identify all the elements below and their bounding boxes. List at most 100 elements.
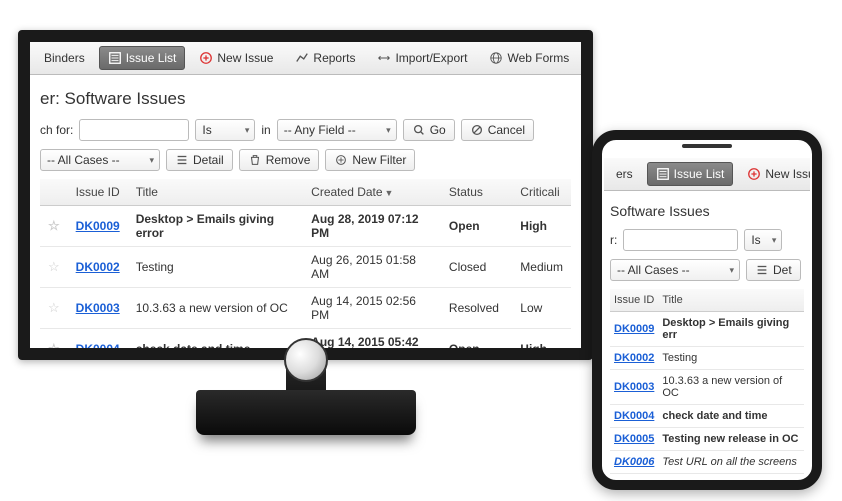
phone-col-issue-id[interactable]: Issue ID (610, 289, 658, 312)
issue-id-link[interactable]: DK0009 (76, 219, 120, 233)
issue-id-link[interactable]: DK0004 (76, 342, 120, 356)
star-icon[interactable]: ☆ (48, 341, 60, 356)
table-row[interactable]: DK0005 Testing new release in OC (610, 428, 804, 451)
monitor-joint (284, 338, 328, 382)
chart-icon (295, 51, 309, 65)
issue-date: Aug 28, 2019 07:12 PM (303, 206, 441, 247)
star-icon[interactable]: ☆ (48, 218, 60, 233)
monitor-neck (286, 360, 326, 390)
filter-select[interactable]: -- All Cases -- (40, 149, 160, 171)
phone-search-input[interactable] (623, 229, 738, 251)
list-icon (656, 167, 670, 181)
sort-caret-icon: ▼ (385, 188, 394, 198)
issue-id-link[interactable]: DK0005 (614, 433, 654, 445)
search-input[interactable] (79, 119, 189, 141)
issue-title: check date and time (658, 405, 804, 428)
issue-id-link[interactable]: DK0009 (614, 323, 654, 335)
issue-id-link[interactable]: DK0002 (76, 260, 120, 274)
list-icon (108, 51, 122, 65)
desktop-monitor: Binders Issue List New Issue Reports Imp… (18, 30, 593, 435)
phone-bezel: ers Issue List New Issue Software Issues… (592, 130, 822, 490)
phone-detail-button[interactable]: Det (746, 259, 801, 281)
main-content: er: Software Issues ch for: Is in -- Any… (30, 75, 581, 360)
col-issue-id[interactable]: Issue ID (68, 179, 128, 206)
phone-page-title: Software Issues (610, 203, 804, 219)
prohibited-icon (470, 123, 484, 137)
table-row[interactable]: DK0004 check date and time (610, 405, 804, 428)
web-forms-tab[interactable]: Web Forms (481, 47, 577, 69)
issue-id-link[interactable]: DK0003 (614, 381, 654, 393)
issue-criticality: Low (512, 288, 571, 329)
phone-issue-list-tab[interactable]: Issue List (647, 162, 734, 186)
phone-binders-tab[interactable]: ers (608, 163, 641, 185)
plus-circle-icon (334, 153, 348, 167)
detail-button[interactable]: Detail (166, 149, 233, 171)
cancel-button[interactable]: Cancel (461, 119, 534, 141)
detail-icon (755, 263, 769, 277)
issue-id-link[interactable]: DK0002 (614, 352, 654, 364)
monitor-screen: Binders Issue List New Issue Reports Imp… (18, 30, 593, 360)
phone-issues-table: Issue ID Title DK0009 Desktop > Emails gi… (610, 289, 804, 474)
import-export-tab[interactable]: Import/Export (369, 47, 475, 69)
phone-filter-row: -- All Cases -- Det (610, 259, 804, 281)
search-operator-select[interactable]: Is (195, 119, 255, 141)
table-row[interactable]: DK0006Test URL on all the screens (610, 451, 804, 474)
issue-title: Desktop > Emails giving err (658, 312, 804, 347)
phone-toolbar: ers Issue List New Issue (604, 158, 810, 191)
phone-new-issue-button[interactable]: New Issue (739, 163, 810, 185)
issue-status: Open (441, 206, 512, 247)
star-icon[interactable]: ☆ (48, 300, 60, 315)
phone-search-operator[interactable]: Is (744, 229, 782, 251)
phone-screen: ers Issue List New Issue Software Issues… (604, 158, 810, 478)
issues-table: Issue ID Title Created Date▼ Status Crit… (40, 179, 571, 360)
col-title[interactable]: Title (128, 179, 303, 206)
issue-id-link[interactable]: DK0003 (76, 301, 120, 315)
search-icon (412, 123, 426, 137)
star-icon[interactable]: ☆ (48, 259, 60, 274)
go-button[interactable]: Go (403, 119, 455, 141)
admin-tab[interactable]: Admin (583, 47, 593, 69)
search-label: ch for: (40, 123, 73, 137)
issue-title: Testing (128, 247, 303, 288)
table-row[interactable]: DK0002 Testing (610, 347, 804, 370)
col-criticality[interactable]: Criticali (512, 179, 571, 206)
binders-tab[interactable]: Binders (36, 47, 93, 69)
issue-title: Testing (658, 347, 804, 370)
search-field-select[interactable]: -- Any Field -- (277, 119, 397, 141)
issue-date: Aug 26, 2015 01:58 AM (303, 247, 441, 288)
table-row[interactable]: ☆DK0009Desktop > Emails giving errorAug … (40, 206, 571, 247)
issue-title: 10.3.63 a new version of OC (128, 288, 303, 329)
mobile-phone: ers Issue List New Issue Software Issues… (592, 130, 822, 490)
issue-criticality: High (512, 329, 571, 361)
phone-speaker (682, 144, 732, 148)
issue-id-link[interactable]: DK0006 (614, 456, 654, 468)
plus-circle-icon (747, 167, 761, 181)
new-issue-button[interactable]: New Issue (191, 47, 281, 69)
col-status[interactable]: Status (441, 179, 512, 206)
issue-criticality: Medium (512, 247, 571, 288)
issue-title: check date and time (128, 329, 303, 361)
issue-id-link[interactable]: DK0004 (614, 410, 654, 422)
issue-list-tab[interactable]: Issue List (99, 46, 186, 70)
detail-icon (175, 153, 189, 167)
issue-title: Testing new release in OC (658, 428, 804, 451)
search-row: ch for: Is in -- Any Field -- Go Cancel (40, 119, 571, 141)
table-row[interactable]: ☆ DK0002 TestingAug 26, 2015 01:58 AMClose… (40, 247, 571, 288)
phone-col-title[interactable]: Title (658, 289, 804, 312)
transfer-icon (377, 51, 391, 65)
table-row[interactable]: DK000310.3.63 a new version of OC (610, 370, 804, 405)
new-filter-button[interactable]: New Filter (325, 149, 415, 171)
remove-button[interactable]: Remove (239, 149, 320, 171)
main-toolbar: Binders Issue List New Issue Reports Imp… (30, 42, 581, 75)
col-created-date[interactable]: Created Date▼ (303, 179, 441, 206)
table-row[interactable]: DK0009 Desktop > Emails giving err (610, 312, 804, 347)
reports-tab[interactable]: Reports (287, 47, 363, 69)
table-row[interactable]: ☆DK000310.3.63 a new version of OCAug 14… (40, 288, 571, 329)
monitor-base (196, 390, 416, 435)
phone-search-row: r: Is (610, 229, 804, 251)
issue-criticality: High (512, 206, 571, 247)
issue-status: Closed (441, 247, 512, 288)
plus-circle-icon (199, 51, 213, 65)
phone-filter-select[interactable]: -- All Cases -- (610, 259, 740, 281)
issue-status: Resolved (441, 288, 512, 329)
